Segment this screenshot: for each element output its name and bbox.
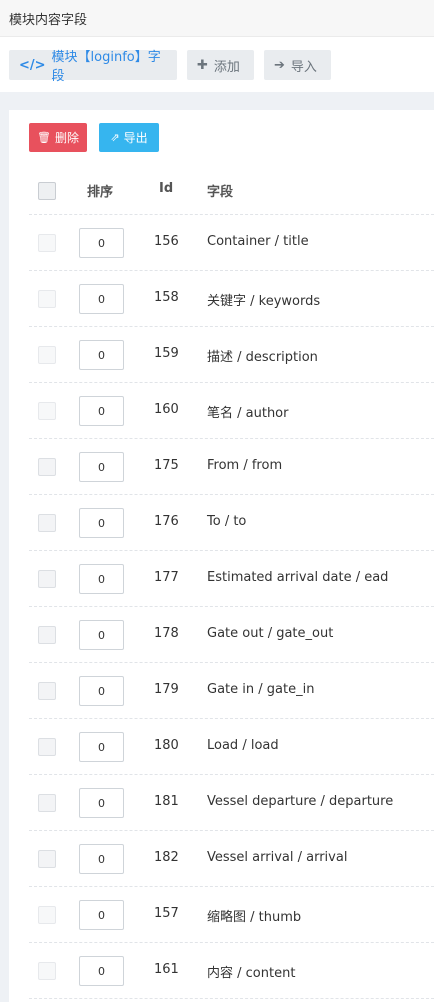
table-row: 0 159 描述 / description <box>29 327 434 383</box>
field-name: Estimated arrival date / ead <box>207 570 389 585</box>
table-row: 0 160 笔名 / author <box>29 383 434 439</box>
trash-icon: 🗑 <box>37 131 51 144</box>
action-bar: </> 模块【loginfo】字段 ✚ 添加 ➔ 导入 <box>0 37 434 92</box>
add-button[interactable]: ✚ 添加 <box>187 50 254 80</box>
row-checkbox[interactable] <box>38 850 56 868</box>
field-id: 178 <box>154 626 179 641</box>
sort-order-input[interactable]: 0 <box>79 340 124 370</box>
table-row: 0 175 From / from <box>29 439 434 495</box>
sort-order-input[interactable]: 0 <box>79 676 124 706</box>
field-id: 175 <box>154 458 179 473</box>
row-checkbox[interactable] <box>38 738 56 756</box>
sort-order-input[interactable]: 0 <box>79 900 124 930</box>
select-all-checkbox[interactable] <box>38 182 56 200</box>
delete-label: 删除 <box>54 131 79 145</box>
sign-in-icon: ➔ <box>274 57 285 73</box>
field-name: 关键字 / keywords <box>207 294 321 309</box>
add-label: 添加 <box>213 59 240 75</box>
code-icon: </> <box>19 57 46 73</box>
field-name: 笔名 / author <box>207 406 289 421</box>
field-name: Gate in / gate_in <box>207 682 315 697</box>
row-checkbox[interactable] <box>38 682 56 700</box>
field-id: 182 <box>154 850 179 865</box>
row-checkbox[interactable] <box>38 402 56 420</box>
table-row: 0 182 Vessel arrival / arrival <box>29 831 434 887</box>
export-button[interactable]: ⇗ 导出 <box>99 123 159 152</box>
page-header: 模块内容字段 <box>0 0 434 37</box>
sort-order-input[interactable]: 0 <box>79 732 124 762</box>
field-name: To / to <box>207 514 247 529</box>
field-id: 176 <box>154 514 179 529</box>
delete-button[interactable]: 🗑 删除 <box>29 123 87 152</box>
field-name: Vessel departure / departure <box>207 794 394 809</box>
table-row: 0 178 Gate out / gate_out <box>29 607 434 663</box>
row-checkbox[interactable] <box>38 514 56 532</box>
column-header-sort: 排序 <box>87 185 114 200</box>
field-name: Gate out / gate_out <box>207 626 334 641</box>
module-fields-label: 模块【loginfo】字段 <box>51 50 161 84</box>
field-name: 缩略图 / thumb <box>207 910 302 925</box>
sort-order-input[interactable]: 0 <box>79 788 124 818</box>
field-name: From / from <box>207 458 283 473</box>
sort-order-input[interactable]: 0 <box>79 956 124 986</box>
table-row: 0 181 Vessel departure / departure <box>29 775 434 831</box>
sort-order-input[interactable]: 0 <box>79 228 124 258</box>
row-checkbox[interactable] <box>38 962 56 980</box>
table-row: 0 176 To / to <box>29 495 434 551</box>
column-header-id: Id <box>159 181 174 196</box>
field-id: 157 <box>154 906 179 921</box>
table-row: 0 157 缩略图 / thumb <box>29 887 434 943</box>
table-row: 0 180 Load / load <box>29 719 434 775</box>
row-checkbox[interactable] <box>38 290 56 308</box>
table-row: 0 158 关键字 / keywords <box>29 271 434 327</box>
field-name: Load / load <box>207 738 279 753</box>
sort-order-input[interactable]: 0 <box>79 508 124 538</box>
row-checkbox[interactable] <box>38 906 56 924</box>
share-icon: ⇗ <box>110 131 120 144</box>
table-row: 0 177 Estimated arrival date / ead <box>29 551 434 607</box>
sort-order-input[interactable]: 0 <box>79 284 124 314</box>
sort-order-input[interactable]: 0 <box>79 620 124 650</box>
field-id: 179 <box>154 682 179 697</box>
field-name: Container / title <box>207 234 309 249</box>
field-id: 158 <box>154 290 179 305</box>
plus-icon: ✚ <box>197 57 208 73</box>
sort-order-input[interactable]: 0 <box>79 452 124 482</box>
field-name: 内容 / content <box>207 966 296 981</box>
table-row: 0 156 Container / title <box>29 215 434 271</box>
field-id: 180 <box>154 738 179 753</box>
field-id: 156 <box>154 234 179 249</box>
row-checkbox[interactable] <box>38 346 56 364</box>
import-button[interactable]: ➔ 导入 <box>264 50 331 80</box>
row-checkbox[interactable] <box>38 626 56 644</box>
field-id: 161 <box>154 962 179 977</box>
field-id: 177 <box>154 570 179 585</box>
row-checkbox[interactable] <box>38 570 56 588</box>
section-divider <box>0 92 434 110</box>
table-row: 0 161 内容 / content <box>29 943 434 999</box>
field-id: 159 <box>154 346 179 361</box>
sort-order-input[interactable]: 0 <box>79 564 124 594</box>
sort-order-input[interactable]: 0 <box>79 396 124 426</box>
field-id: 160 <box>154 402 179 417</box>
field-name: 描述 / description <box>207 350 318 365</box>
table-row: 0 179 Gate in / gate_in <box>29 663 434 719</box>
export-label: 导出 <box>123 131 148 145</box>
row-checkbox[interactable] <box>38 234 56 252</box>
field-id: 181 <box>154 794 179 809</box>
left-gutter <box>0 92 9 1002</box>
field-name: Vessel arrival / arrival <box>207 850 348 865</box>
row-checkbox[interactable] <box>38 794 56 812</box>
table-header: 排序 Id 字段 <box>29 164 434 215</box>
row-checkbox[interactable] <box>38 458 56 476</box>
column-header-field: 字段 <box>207 185 234 200</box>
sort-order-input[interactable]: 0 <box>79 844 124 874</box>
page-title: 模块内容字段 <box>9 13 88 28</box>
module-fields-button[interactable]: </> 模块【loginfo】字段 <box>9 50 177 84</box>
import-label: 导入 <box>290 59 317 75</box>
